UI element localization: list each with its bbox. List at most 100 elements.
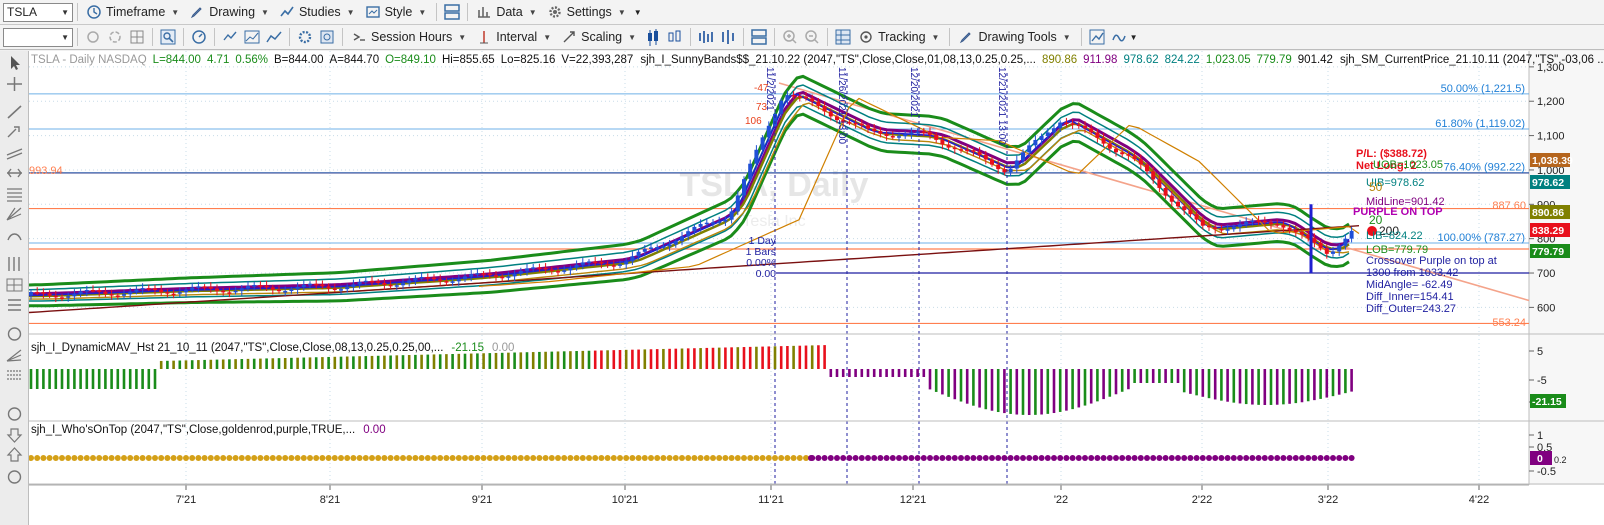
whos-on-top-dot [226,455,233,461]
channel-tool-icon[interactable] [5,145,24,161]
interval-combo[interactable]: ▼ [3,27,73,47]
interval-button[interactable]: Interval ▼ [472,27,555,48]
columns-icon[interactable] [719,28,737,46]
speed-lines-tool-icon[interactable] [5,227,24,243]
bar-chart-icon[interactable] [697,28,715,46]
chevron-down-icon[interactable]: ▼ [61,33,69,42]
candle-body [97,290,102,292]
overflow-caret-icon[interactable]: ▼ [1130,33,1138,42]
session-hours-button[interactable]: Session Hours ▼ [347,27,470,48]
high-price: Hi=855.65 [442,54,495,66]
separator [436,3,438,21]
candle-body [661,246,666,248]
refresh-icon[interactable] [84,28,102,46]
candle-body [977,151,982,155]
time-cycle-tool-icon[interactable] [5,326,24,342]
cycle-icon[interactable] [106,28,124,46]
crosshair-tool-icon[interactable] [5,76,24,92]
panel2-tick-label: 5 [1537,346,1543,358]
gann-tool-icon[interactable] [5,206,24,222]
whos-on-top-dot [480,455,487,461]
zoom-out-icon[interactable] [803,28,821,46]
scaling-button[interactable]: Scaling ▼ [557,27,640,48]
chart-line-icon[interactable] [265,28,283,46]
candle-body [1238,224,1242,228]
whos-on-top-dot [1119,455,1126,461]
zoom-in-icon[interactable] [781,28,799,46]
settings-icon[interactable] [296,28,314,46]
timeframe-button[interactable]: Timeframe ▼ [82,2,183,23]
arrow-down-tool-icon[interactable] [5,427,24,443]
candle-body [1312,238,1317,243]
low-price: Lo=825.16 [501,54,556,66]
session-icon [353,33,365,41]
whos-on-top-dot [164,455,171,461]
arrow-up-tool-icon[interactable] [5,447,24,463]
symbol-value[interactable]: TSLA [7,5,37,19]
hollow-candle-icon[interactable] [666,28,684,46]
candlestick-icon[interactable] [644,28,662,46]
whos-on-top-dot [1175,455,1181,461]
insert-study-icon[interactable] [1088,28,1106,46]
whos-on-top-dot [1137,455,1144,461]
gauge-icon[interactable] [190,28,208,46]
drawing-tools-button[interactable]: Drawing Tools ▼ [954,27,1074,48]
whos-on-top-dot [623,455,630,461]
candle-body [1318,242,1323,249]
whos-on-top-dot [685,455,692,461]
circle-tool-icon[interactable] [5,469,24,485]
candle-body [115,295,120,298]
pointer-tool-icon[interactable] [5,55,24,71]
format-icon[interactable] [318,28,336,46]
whos-on-top-dot [753,455,760,461]
whos-on-top-dot [71,455,78,461]
grid-icon[interactable] [128,28,146,46]
purple-on-top-label: PURPLE ON TOP [1353,206,1443,218]
ray-tool-icon[interactable] [5,124,24,140]
candle-body [1163,187,1168,196]
whos-on-top-dot [1113,455,1119,461]
candle-body [1225,229,1230,231]
horizontal-line-tool-icon[interactable] [5,165,24,181]
text-tool-icon[interactable] [5,297,24,313]
settings-button[interactable]: Settings ▼ [543,2,630,23]
split-pane-icon[interactable] [750,28,768,46]
whos-on-top-dot [722,455,729,461]
whos-on-top-dot [201,455,208,461]
cycle-lines-tool-icon[interactable] [5,256,24,272]
fib-tool-icon[interactable] [5,186,24,202]
chart-area[interactable]: TSLA, Daily Tesla Inc TSLA - Daily NASDA… [29,51,1604,525]
drawing-button[interactable]: Drawing ▼ [185,2,273,23]
chart-canvas[interactable]: TSLA, Daily Tesla Inc TSLA - Daily NASDA… [29,51,1604,525]
levels-tool-icon[interactable] [5,367,24,383]
style-button[interactable]: Style ▼ [361,2,431,23]
whos-on-top-dot [858,455,865,461]
andrews-pitchfork-tool-icon[interactable] [5,347,24,363]
layout-icon[interactable] [443,3,461,21]
tracking-button[interactable]: Tracking ▼ [854,27,943,48]
candle-body [370,280,374,283]
candle-body [934,134,939,140]
main-toolbar: TSLA ▼ Timeframe ▼ Drawing ▼ Studies ▼ Styl… [0,0,1604,25]
chart-area-icon[interactable] [243,28,261,46]
studies-button[interactable]: Studies ▼ [275,2,359,23]
zoom-box-icon[interactable] [159,28,177,46]
price-tick-label: 700 [1537,268,1555,280]
chevron-down-icon[interactable]: ▼ [61,8,69,17]
clock-icon [87,5,101,19]
data-window-icon[interactable] [834,28,852,46]
caret-icon: ▼ [628,32,637,42]
ellipse-tool-icon[interactable] [5,406,24,422]
candle-body [884,133,889,137]
data-button[interactable]: Data ▼ [472,2,540,23]
whos-on-top-dot [555,455,561,461]
symbol-combo[interactable]: TSLA ▼ [3,2,73,22]
crosshair-icon[interactable] [221,28,239,46]
grid-tool-icon[interactable] [5,277,24,293]
candle-body [909,132,914,135]
whos-on-top-dot [542,455,549,461]
analysis-icon[interactable] [1110,28,1128,46]
overflow-caret-icon[interactable]: ▼ [634,8,642,17]
trendline-tool-icon[interactable] [5,104,24,120]
candle-body [1250,220,1255,222]
